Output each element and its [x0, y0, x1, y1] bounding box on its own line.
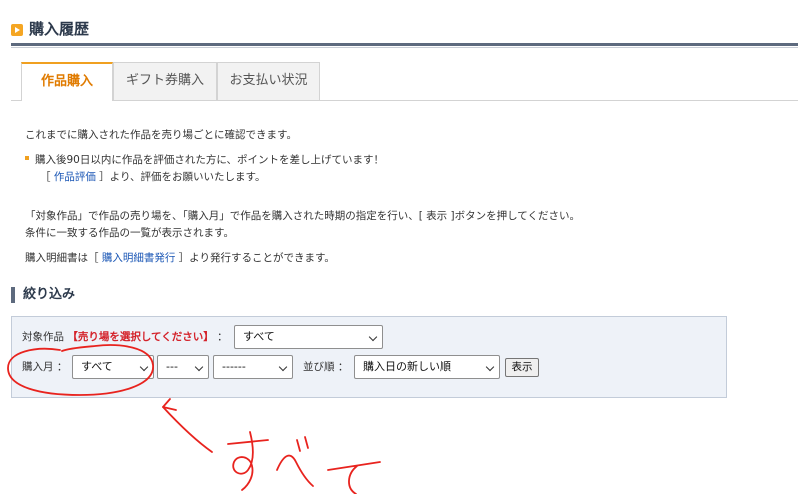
review-suffix: ］より、評価をお願いいたします。: [95, 171, 266, 183]
target-hint: 【売り場を選択してください】: [67, 331, 214, 343]
sort-label-row: 並び順 ：: [303, 360, 348, 374]
chevron-down-icon: [139, 362, 149, 372]
chevron-down-icon: [194, 362, 204, 372]
show-button[interactable]: 表示: [505, 358, 539, 377]
month-mm-value: ---: [166, 360, 178, 373]
review-link[interactable]: 作品評価: [54, 171, 96, 183]
play-square-icon: [11, 24, 23, 36]
annotation-char-te: [327, 461, 381, 494]
chevron-down-icon: [485, 362, 495, 372]
sort-colon: ：: [337, 361, 349, 373]
target-select-value: すべて: [243, 330, 275, 343]
intro-text: これまでに購入された作品を売り場ごとに確認できます。: [25, 129, 297, 141]
review-promo-line: ［ 作品評価 ］より、評価をお願いいたします。: [40, 170, 266, 184]
receipt-prefix: 購入明細書は［: [25, 252, 102, 264]
instruction-text: 「対象作品」で作品の売り場を、「購入月」で作品を購入された時期の指定を行い、[ …: [25, 210, 580, 222]
bullet-icon: [25, 156, 29, 160]
month-label-row: 購入月 ：: [22, 360, 67, 374]
target-label-row: 対象作品 【売り場を選択してください】 ：: [22, 330, 228, 344]
sort-select-value: 購入日の新しい順: [363, 360, 451, 373]
tab-payment-status[interactable]: お支払い状況: [217, 62, 320, 100]
month-label: 購入月: [22, 361, 54, 373]
month-dd-select[interactable]: ------: [213, 355, 293, 379]
target-colon: ：: [217, 331, 228, 343]
page-title: 購入履歴: [29, 20, 90, 38]
chevron-down-icon: [368, 332, 378, 342]
annotation-char-be: [276, 436, 314, 487]
receipt-suffix: ］より発行することができます。: [175, 252, 335, 264]
tab-works-purchase[interactable]: 作品購入: [21, 62, 113, 100]
header-divider-thin: [11, 47, 798, 48]
review-promo-text: 購入後90日以内に作品を評価された方に、ポイントを差し上げています！: [35, 154, 385, 166]
target-label: 対象作品: [22, 331, 64, 343]
filter-title: 絞り込み: [23, 287, 76, 302]
target-select[interactable]: すべて: [234, 325, 383, 349]
receipt-link[interactable]: 購入明細書発行: [102, 252, 176, 264]
sort-label: 並び順: [303, 361, 335, 373]
month-colon: ：: [56, 361, 68, 373]
month-select-value: すべて: [81, 360, 113, 373]
annotation-arrow-line: [162, 406, 213, 453]
month-dd-value: ------: [222, 360, 246, 373]
bracket-open: ［: [40, 171, 54, 183]
tabs-baseline: [11, 100, 798, 101]
receipt-line: 購入明細書は［ 購入明細書発行 ］より発行することができます。: [25, 251, 335, 265]
section-marker: [11, 287, 15, 303]
month-select[interactable]: すべて: [72, 355, 154, 379]
instruction-text-2: 条件に一致する作品の一覧が表示されます。: [25, 227, 234, 239]
annotation-arrow-head: [162, 398, 177, 411]
annotation-char-su: [227, 431, 269, 491]
active-tab-gap: [22, 100, 112, 101]
tab-gift-card-purchase[interactable]: ギフト券購入: [113, 62, 217, 100]
sort-select[interactable]: 購入日の新しい順: [354, 355, 500, 379]
month-mm-select[interactable]: ---: [157, 355, 209, 379]
chevron-down-icon: [278, 362, 288, 372]
header-divider: [11, 43, 798, 46]
